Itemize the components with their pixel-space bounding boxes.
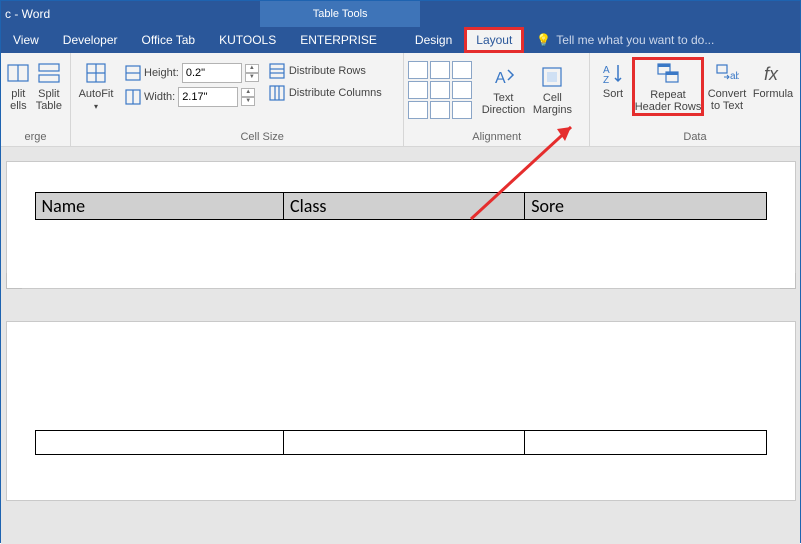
height-input[interactable] [182,63,242,83]
repeat-header-rows-button[interactable]: Repeat Header Rows [632,57,704,116]
tab-office[interactable]: Office Tab [130,27,208,53]
group-alignment: A Text Direction Cell Margins Alignment [404,53,590,147]
split-cells-button[interactable]: plit ells [5,57,32,112]
tab-enterprise[interactable]: ENTERPRISE [288,27,389,53]
convert-to-text-button[interactable]: ab Convert to Text [704,57,750,112]
split-cells-icon [6,61,30,85]
align-tl[interactable] [408,61,428,79]
page-2[interactable] [6,321,796,501]
distribute-rows-icon [269,63,285,79]
align-tr[interactable] [452,61,472,79]
autofit-wrap: AutoFit▾ [71,53,121,147]
distribute-cols-icon [269,85,285,101]
app-title: c - Word [1,7,50,21]
group-cell-size: Height: ▲▼ Width: ▲▼ Distribute Rows [121,53,404,147]
alignment-grid [408,61,472,119]
document-table[interactable]: Name Class Sore [35,192,767,220]
formula-button[interactable]: fx Formula [750,57,796,100]
cell-margins-button[interactable]: Cell Margins [528,61,576,116]
autofit-icon [84,61,108,85]
width-down[interactable]: ▼ [241,97,255,106]
cell-margins-icon [540,65,564,89]
ribbon-tabs: View Developer Office Tab KUTOOLS ENTERP… [1,27,800,53]
align-mc[interactable] [430,81,450,99]
tell-me-placeholder: Tell me what you want to do... [556,33,714,47]
width-up[interactable]: ▲ [241,88,255,97]
dropdown-icon: ▾ [94,102,98,111]
align-ml[interactable] [408,81,428,99]
svg-text:Z: Z [603,75,609,85]
col-width-control: Width: ▲▼ [125,87,259,107]
page-1[interactable]: Name Class Sore [6,161,796,289]
align-br[interactable] [452,101,472,119]
table-row [35,431,766,455]
distribute-columns-button[interactable]: Distribute Columns [269,85,382,101]
height-icon [125,65,141,81]
group-label-data: Data [590,131,800,147]
row-height-control: Height: ▲▼ [125,63,259,83]
table-header-name[interactable]: Name [35,193,284,220]
align-bl[interactable] [408,101,428,119]
group-label-alignment: Alignment [404,131,589,147]
split-table-icon [37,61,61,85]
height-up[interactable]: ▲ [245,64,259,73]
svg-text:fx: fx [764,64,779,84]
width-icon [125,89,141,105]
tab-developer[interactable]: Developer [51,27,130,53]
align-bc[interactable] [430,101,450,119]
sort-icon: AZ [601,61,625,85]
svg-text:ab: ab [730,71,739,82]
formula-icon: fx [761,61,785,85]
group-data: AZ Sort Repeat Header Rows ab Convert to… [590,53,800,147]
svg-text:A: A [495,70,506,87]
autofit-button[interactable]: AutoFit▾ [75,57,117,113]
height-down[interactable]: ▼ [245,73,259,82]
distribute-rows-button[interactable]: Distribute Rows [269,63,382,79]
align-mr[interactable] [452,81,472,99]
document-table-2[interactable] [35,430,767,455]
table-header-row: Name Class Sore [35,193,766,220]
convert-icon: ab [715,61,739,85]
tab-layout[interactable]: Layout [464,27,524,53]
document-area: Name Class Sore [1,147,800,544]
sort-button[interactable]: AZ Sort [594,57,632,100]
group-label-cellsize: Cell Size [121,131,403,147]
tab-design[interactable]: Design [403,27,464,53]
ribbon: plit ells Split Table erge AutoFit▾ Heig… [1,53,800,147]
tab-kutools[interactable]: KUTOOLS [207,27,288,53]
table-header-sore[interactable]: Sore [525,193,766,220]
repeat-header-icon [656,62,680,86]
table-tools-tab: Table Tools [260,1,420,27]
page-corner-br [780,273,796,289]
group-merge: plit ells Split Table erge [1,53,71,147]
bulb-icon: 💡 [536,33,551,47]
text-direction-button[interactable]: A Text Direction [478,61,528,116]
text-direction-icon: A [491,65,515,89]
width-input[interactable] [178,87,238,107]
titlebar: c - Word Table Tools [1,1,800,27]
align-tc[interactable] [430,61,450,79]
page-corner-bl [6,273,22,289]
tab-view[interactable]: View [1,27,51,53]
split-table-button[interactable]: Split Table [32,57,66,112]
group-label-merge: erge [1,131,70,147]
table-header-class[interactable]: Class [284,193,525,220]
tell-me-box[interactable]: 💡 Tell me what you want to do... [536,33,714,47]
